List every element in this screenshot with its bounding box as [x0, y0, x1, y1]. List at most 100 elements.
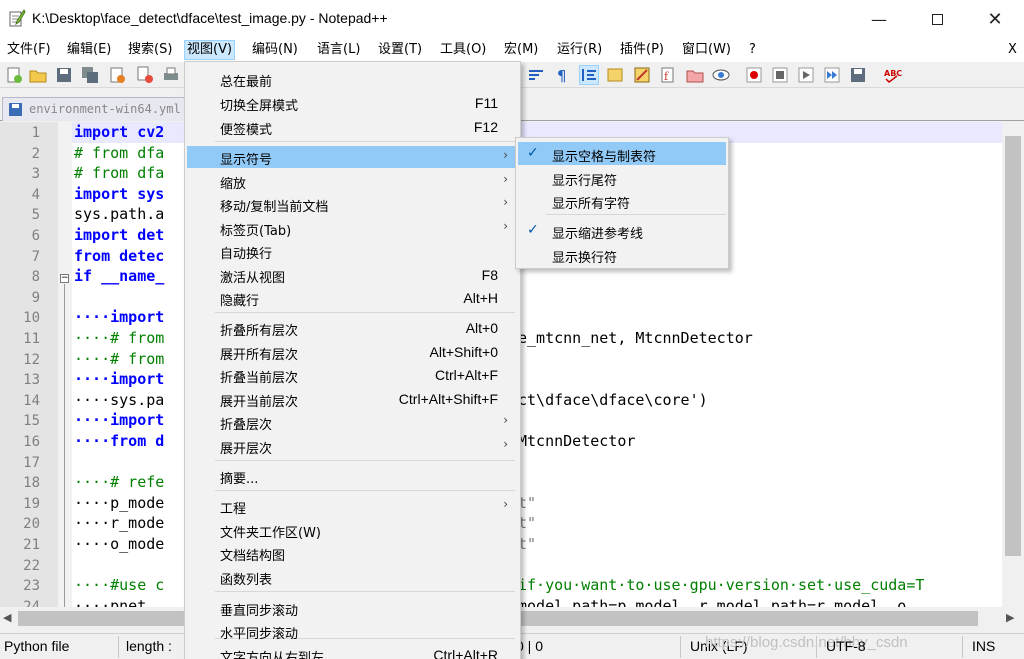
word-wrap-icon[interactable] — [527, 66, 545, 84]
show-symbol-submenu: ✓ 显示空格与制表符 显示行尾符 显示所有字符 ✓ 显示缩进参考线显示换行符 — [515, 137, 729, 269]
view-menu-item[interactable]: 文字方向从右到左 Ctrl+Alt+R — [187, 644, 518, 659]
menu-search[interactable]: 搜索(S) — [126, 41, 174, 61]
code-line-left: ····# from — [74, 329, 165, 347]
spellcheck-icon[interactable]: ABC — [884, 66, 902, 84]
close-all-icon[interactable] — [136, 66, 154, 84]
view-menu-item[interactable]: 显示符号 › — [187, 146, 518, 168]
view-menu-item[interactable]: 函数列表 — [187, 566, 518, 588]
symbol-submenu-item[interactable]: ✓ 显示缩进参考线 — [518, 219, 726, 242]
vertical-scroll-thumb[interactable] — [1005, 136, 1021, 556]
menu-item-label: 切换全屏模式 — [220, 99, 299, 114]
save-all-icon[interactable] — [81, 66, 99, 84]
menu-item-shortcut: Ctrl+Alt+R — [433, 647, 498, 659]
view-menu-item[interactable]: 折叠所有层次 Alt+0 — [187, 317, 518, 339]
menu-item-label: 工程 — [220, 502, 247, 517]
menu-help[interactable]: ? — [747, 41, 758, 61]
menu-macro[interactable]: 宏(M) — [502, 41, 540, 61]
view-menu-item[interactable]: 展开当前层次 Ctrl+Alt+Shift+F — [187, 388, 518, 410]
view-menu-item[interactable]: 垂直同步滚动 — [187, 597, 518, 619]
line-number: 1 — [31, 125, 40, 141]
menu-file[interactable]: 文件(F) — [5, 41, 53, 61]
symbol-submenu-item[interactable]: 显示换行符 — [518, 243, 726, 266]
menu-bar: 文件(F) 编辑(E) 搜索(S) 视图(V) 编码(N) 语言(L) 设置(T… — [0, 38, 1024, 62]
monitor-eye-icon[interactable] — [712, 66, 730, 84]
menu-tools[interactable]: 工具(O) — [438, 41, 488, 61]
code-line-left: if __name_ — [74, 267, 165, 286]
view-menu-item[interactable]: 激活从视图 F8 — [187, 264, 518, 286]
doc-map-icon[interactable] — [633, 66, 651, 84]
play-macro-icon[interactable] — [797, 66, 815, 84]
new-file-icon[interactable] — [5, 66, 23, 84]
view-menu-item[interactable]: 标签页(Tab) › — [187, 217, 518, 239]
view-menu-item[interactable]: 文档结构图 — [187, 542, 518, 564]
view-menu-item[interactable]: 展开所有层次 Alt+Shift+0 — [187, 341, 518, 363]
view-menu-item[interactable]: 总在最前 — [187, 68, 518, 90]
view-menu-item[interactable]: 移动/复制当前文档 › — [187, 193, 518, 215]
view-menu-item[interactable]: 便签模式 F12 — [187, 116, 518, 138]
line-number: 20 — [23, 516, 40, 533]
view-menu-item[interactable]: 切换全屏模式 F11 — [187, 92, 518, 114]
view-menu-item[interactable]: 展开层次 › — [187, 435, 518, 457]
submenu-arrow-icon: › — [503, 437, 508, 451]
save-macro-icon[interactable] — [849, 66, 867, 84]
symbol-submenu-item[interactable]: 显示所有字符 — [518, 189, 726, 212]
view-menu-item[interactable]: 折叠层次 › — [187, 411, 518, 433]
view-menu-item[interactable]: 摘要... — [187, 465, 518, 487]
indent-guide-icon[interactable] — [579, 65, 599, 85]
view-menu-item[interactable]: 缩放 › — [187, 170, 518, 192]
function-list-icon[interactable]: f — [659, 66, 677, 84]
tab-environment-win64[interactable]: environment-win64.yml — [2, 97, 192, 121]
menu-run[interactable]: 运行(R) — [555, 41, 604, 61]
scroll-right-icon[interactable]: ▶ — [1006, 611, 1014, 624]
menu-separator — [215, 490, 515, 491]
view-menu-item[interactable]: 折叠当前层次 Ctrl+Alt+F — [187, 364, 518, 386]
symbol-submenu-item[interactable]: ✓ 显示空格与制表符 — [518, 142, 726, 165]
view-menu-item[interactable]: 文件夹工作区(W) — [187, 519, 518, 541]
menu-language[interactable]: 语言(L) — [315, 41, 362, 61]
menu-window[interactable]: 窗口(W) — [680, 41, 733, 61]
record-macro-icon[interactable] — [745, 66, 763, 84]
notepadpp-app-icon — [9, 9, 26, 27]
title-bar: K:\Desktop\face_detect\dface\test_image.… — [0, 0, 1024, 38]
menu-view[interactable]: 视图(V) — [184, 40, 236, 60]
print-icon[interactable] — [162, 66, 180, 84]
menu-edit[interactable]: 编辑(E) — [65, 41, 113, 61]
run-macro-multiple-icon[interactable] — [823, 66, 841, 84]
fold-toggle-icon[interactable]: − — [60, 274, 69, 283]
save-icon[interactable] — [55, 66, 73, 84]
maximize-button[interactable] — [908, 0, 966, 38]
open-file-icon[interactable] — [29, 66, 47, 84]
close-file-icon[interactable] — [108, 66, 126, 84]
close-window-button[interactable]: ✕ — [966, 0, 1024, 38]
menu-item-shortcut: Ctrl+Alt+F — [434, 367, 498, 383]
view-menu-item[interactable]: 自动换行 — [187, 240, 518, 262]
menu-item-shortcut: F11 — [474, 95, 498, 111]
status-insert-mode: INS — [972, 638, 996, 654]
menu-encoding[interactable]: 编码(N) — [250, 41, 300, 61]
show-all-chars-icon[interactable]: ¶ — [553, 66, 571, 84]
close-document-button[interactable]: X — [1006, 41, 1019, 61]
close-icon: ✕ — [987, 8, 1003, 30]
minimize-button[interactable]: — — [850, 0, 908, 38]
folder-workspace-icon[interactable] — [686, 66, 704, 84]
vertical-scrollbar[interactable] — [1002, 122, 1024, 607]
symbol-submenu-item[interactable]: 显示行尾符 — [518, 166, 726, 189]
checkmark-icon: ✓ — [527, 145, 539, 161]
menu-plugins[interactable]: 插件(P) — [618, 41, 666, 61]
scroll-left-icon[interactable]: ◀ — [3, 611, 11, 624]
menu-item-label: 总在最前 — [220, 75, 273, 90]
menu-item-label: 折叠所有层次 — [220, 324, 299, 339]
svg-text:¶: ¶ — [557, 67, 567, 84]
line-number: 12 — [23, 351, 40, 368]
view-menu-item[interactable]: 工程 › — [187, 495, 518, 517]
menu-item-label: 显示换行符 — [552, 251, 618, 266]
menu-item-shortcut: Alt+H — [463, 290, 498, 306]
view-menu-item[interactable]: 隐藏行 Alt+H — [187, 287, 518, 309]
udl-icon[interactable] — [606, 66, 624, 84]
stop-macro-icon[interactable] — [771, 66, 789, 84]
menu-settings[interactable]: 设置(T) — [376, 41, 424, 61]
menu-item-shortcut: F8 — [481, 267, 498, 283]
view-menu-item[interactable]: 水平同步滚动 — [187, 620, 518, 642]
status-encoding: UTF-8 — [826, 638, 866, 654]
status-separator — [962, 636, 963, 658]
